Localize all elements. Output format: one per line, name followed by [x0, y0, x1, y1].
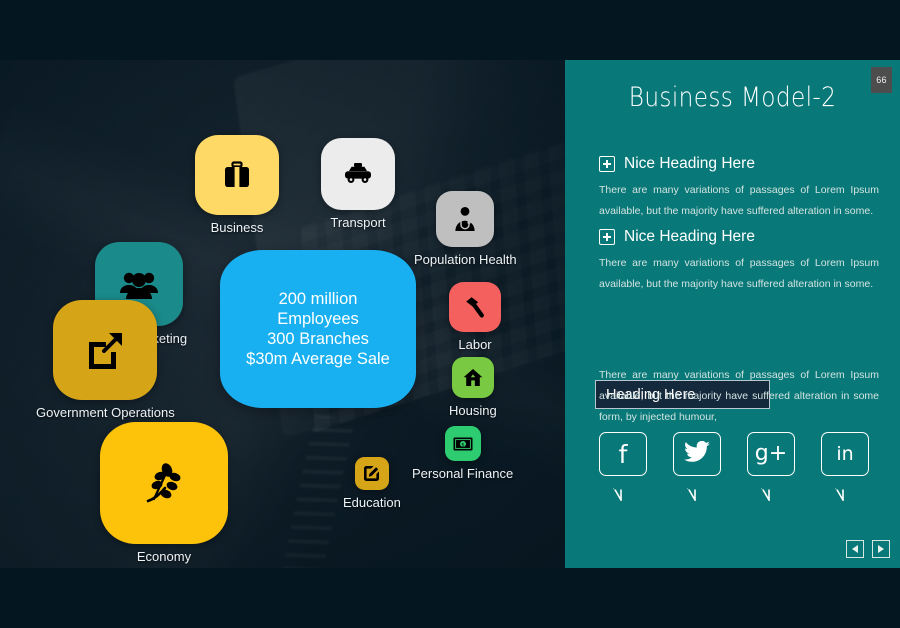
- node-label: Transport: [330, 215, 386, 230]
- node-government-operations[interactable]: Government Operations: [36, 300, 175, 420]
- section-1-heading: Nice Heading Here: [624, 155, 755, 172]
- transport-tile[interactable]: [321, 138, 395, 210]
- section-2-body: There are many variations of passages of…: [599, 257, 879, 290]
- node-labor[interactable]: Labor: [449, 282, 501, 352]
- hub-line-3: 300 Branches: [267, 330, 369, 348]
- plus-square-icon[interactable]: [599, 229, 615, 245]
- facebook-glyph: f: [618, 439, 628, 469]
- briefcase-icon: [222, 160, 252, 190]
- population-health-tile[interactable]: [436, 191, 495, 247]
- section-1: Nice Heading Here There are many variati…: [599, 155, 879, 222]
- node-label: Education: [343, 495, 401, 510]
- section-2-heading: Nice Heading Here: [624, 228, 755, 245]
- node-label: Personal Finance: [412, 466, 514, 481]
- social-links-row: f g+ in: [599, 432, 889, 501]
- slide-canvas: 200 million Employees 300 Branches $30m …: [0, 60, 900, 568]
- node-education[interactable]: Education: [343, 457, 401, 510]
- chevron-left-icon: [852, 545, 858, 553]
- diagram-panel: 200 million Employees 300 Branches $30m …: [0, 60, 565, 568]
- chevron-right-icon: [878, 545, 884, 553]
- government-operations-tile[interactable]: [53, 300, 158, 400]
- labor-tile[interactable]: [449, 282, 501, 332]
- pencil-edit-icon: [363, 465, 380, 482]
- section-1-body: There are many variations of passages of…: [599, 184, 879, 217]
- twitter-icon[interactable]: [673, 432, 721, 501]
- highlight-body: There are many variations of passages of…: [599, 369, 879, 423]
- node-business[interactable]: Business: [195, 135, 279, 235]
- svg-text:$: $: [461, 442, 464, 448]
- banknote-icon: $: [453, 437, 473, 451]
- prev-slide-button[interactable]: [846, 540, 864, 558]
- section-1-header[interactable]: Nice Heading Here: [599, 155, 879, 173]
- page-title: Business Model-2: [628, 82, 837, 113]
- hub-line-1: 200 million: [278, 290, 358, 308]
- house-icon: [463, 368, 483, 387]
- central-hub-bubble[interactable]: 200 million Employees 300 Branches $30m …: [220, 250, 416, 408]
- external-link-icon: [86, 331, 124, 369]
- section-2: Nice Heading Here There are many variati…: [599, 228, 879, 295]
- node-transport[interactable]: Transport: [321, 138, 395, 230]
- slide-nav: [846, 540, 890, 558]
- node-economy[interactable]: Economy: [100, 422, 228, 564]
- linkedin-glyph: in: [836, 442, 854, 465]
- personal-finance-tile[interactable]: $: [444, 426, 481, 461]
- content-panel: 66 Business Model-2 Nice Heading Here Th…: [565, 60, 900, 568]
- node-label: Labor: [458, 337, 492, 352]
- hammer-icon: [463, 295, 487, 319]
- node-label: Government Operations: [36, 405, 175, 420]
- node-housing[interactable]: Housing: [449, 357, 497, 418]
- doctor-icon: [452, 206, 478, 232]
- hub-line-2: Employees: [277, 310, 359, 328]
- twitter-glyph: [684, 440, 710, 467]
- node-population-health[interactable]: Population Health: [414, 191, 517, 267]
- business-tile[interactable]: [195, 135, 279, 215]
- node-label: Business: [210, 220, 264, 235]
- housing-tile[interactable]: [451, 357, 494, 398]
- node-label: Economy: [136, 549, 192, 564]
- node-label: Housing: [449, 403, 497, 418]
- node-personal-finance[interactable]: $ Personal Finance: [412, 426, 513, 481]
- hub-line-4: $30m Average Sale: [246, 350, 390, 368]
- node-label: Population Health: [414, 252, 517, 267]
- google-plus-glyph: g+: [754, 441, 788, 466]
- facebook-icon[interactable]: f: [599, 432, 647, 501]
- section-2-header[interactable]: Nice Heading Here: [599, 228, 879, 246]
- linkedin-icon[interactable]: in: [821, 432, 869, 501]
- people-icon: [120, 269, 159, 299]
- google-plus-icon[interactable]: g+: [747, 432, 795, 501]
- highlight-body-wrap: There are many variations of passages of…: [599, 358, 879, 428]
- taxi-icon: [343, 162, 373, 186]
- next-slide-button[interactable]: [872, 540, 890, 558]
- leaf-branch-icon: [142, 461, 186, 505]
- economy-tile[interactable]: [100, 422, 228, 544]
- education-tile[interactable]: [354, 457, 389, 490]
- plus-square-icon[interactable]: [599, 156, 615, 172]
